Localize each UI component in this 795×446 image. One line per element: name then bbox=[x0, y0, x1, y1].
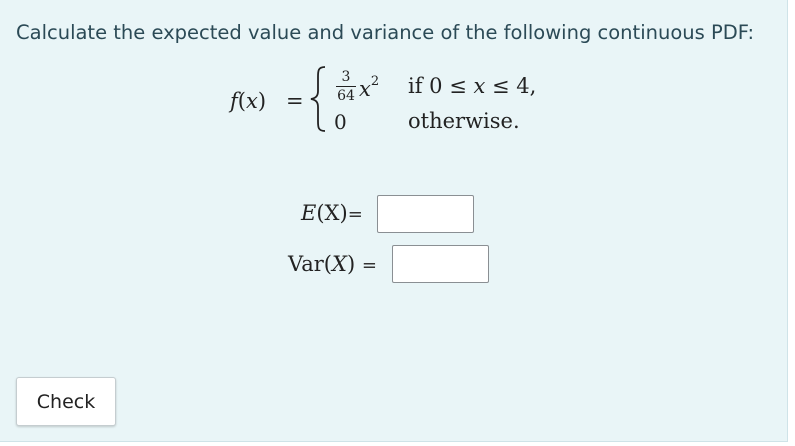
fraction-numerator: 3 bbox=[341, 69, 351, 85]
expected-func: E bbox=[301, 201, 317, 225]
variance-var: X bbox=[332, 252, 347, 276]
check-button[interactable]: Check bbox=[16, 377, 116, 426]
variance-input[interactable] bbox=[392, 245, 489, 283]
x-squared-base: x bbox=[359, 77, 371, 101]
pdf-equals-sign: = bbox=[286, 89, 304, 113]
pdf-function-name: f bbox=[230, 89, 238, 113]
variance-open-paren: ( bbox=[323, 252, 332, 276]
expected-arg: (X) bbox=[316, 201, 348, 225]
x-squared: x2 bbox=[359, 74, 380, 101]
expected-value-label: E(X)= bbox=[301, 201, 363, 225]
case1-condition-suffix: ≤ 4, bbox=[485, 74, 537, 98]
question-text: Calculate the expected value and varianc… bbox=[16, 21, 755, 44]
pdf-variable: x bbox=[245, 89, 258, 113]
pdf-lhs: f(x) bbox=[230, 89, 266, 113]
left-brace-icon bbox=[310, 66, 326, 132]
expected-value-input[interactable] bbox=[377, 195, 474, 233]
question-panel: Calculate the expected value and varianc… bbox=[0, 0, 788, 442]
case2-value: 0 bbox=[334, 110, 347, 134]
case1-condition-var: x bbox=[473, 74, 486, 98]
fraction-3-over-64: 3 64 bbox=[336, 70, 356, 103]
expected-equals: = bbox=[347, 204, 363, 225]
fraction-denominator: 64 bbox=[337, 88, 355, 104]
variance-func: Var bbox=[288, 252, 324, 276]
fraction-bar bbox=[336, 86, 356, 87]
pdf-close-paren: ) bbox=[257, 89, 267, 113]
variance-equals: = bbox=[361, 255, 377, 276]
variance-close-paren: ) bbox=[346, 252, 356, 276]
case1-condition: if 0 ≤ x ≤ 4, bbox=[408, 74, 536, 98]
pdf-open-paren: ( bbox=[237, 89, 246, 113]
case1-condition-prefix: if 0 ≤ bbox=[408, 74, 474, 98]
x-squared-exponent: 2 bbox=[370, 74, 380, 89]
variance-label: Var(X) = bbox=[288, 252, 377, 276]
case2-condition: otherwise. bbox=[408, 109, 520, 133]
